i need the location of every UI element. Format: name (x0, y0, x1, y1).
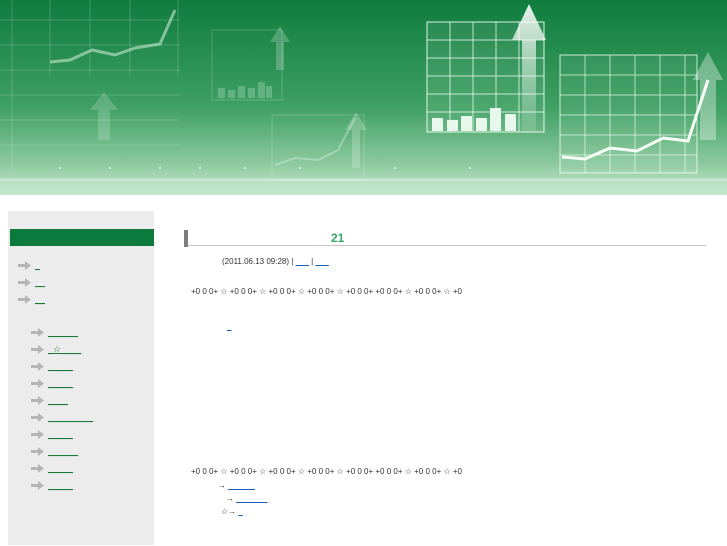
sidebar-top-link-label[interactable]: _ (35, 260, 40, 270)
related-item-1: → ______ (218, 481, 255, 490)
sidebar-sub-link-4[interactable]: _____ (31, 376, 73, 390)
sidebar-sub-link-3[interactable]: _____ (31, 359, 73, 373)
sidebar: _ __ __ ______ _☆____ _____ _____ ____ _… (8, 211, 154, 545)
arrow-right-icon (31, 446, 44, 456)
arrow-right-icon (31, 361, 44, 371)
title-marker (184, 230, 188, 247)
arrow-right-icon (31, 395, 44, 405)
post-meta: (2011.06.13 09:28) | ___ | ___ (222, 257, 329, 266)
meta-link-comments[interactable]: ___ (315, 257, 328, 266)
post-body-line: +0 0 0+ ☆ +0 0 0+ ☆ +0 0 0+ ☆ +0 0 0+ ☆ … (191, 287, 463, 296)
related-arrow: ☆→ (221, 507, 237, 516)
arrow-right-icon (31, 480, 44, 490)
sidebar-top-link-3[interactable]: __ (18, 292, 45, 306)
arrow-right-icon (31, 327, 44, 337)
arrow-right-icon (31, 412, 44, 422)
arrow-right-icon (31, 463, 44, 473)
sidebar-top-link-1[interactable]: _ (18, 258, 40, 272)
stock-chart-banner-image (0, 0, 727, 195)
sidebar-header-bar (10, 229, 154, 246)
post-body-line: +0 0 0+ ☆ +0 0 0+ ☆ +0 0 0+ ☆ +0 0 0+ ☆ … (191, 467, 463, 476)
meta-separator: | (311, 257, 314, 266)
arrow-right-icon (18, 260, 31, 270)
related-arrow: → (226, 494, 234, 503)
arrow-right-icon (31, 429, 44, 439)
sidebar-top-link-label[interactable]: __ (35, 294, 45, 304)
arrow-right-icon (31, 344, 44, 354)
sidebar-sub-link-label[interactable]: _____ (48, 429, 73, 439)
sidebar-sub-link-label[interactable]: ____ (48, 395, 68, 405)
sidebar-sub-link-7[interactable]: _____ (31, 427, 73, 441)
sidebar-sub-link-10[interactable]: _____ (31, 478, 73, 492)
sidebar-top-link-label[interactable]: __ (35, 277, 45, 287)
header-banner (0, 0, 727, 195)
post-title-row: 21 (184, 230, 706, 247)
sidebar-sub-link-label[interactable]: _☆____ (48, 344, 81, 355)
post-date: (2011.06.13 09:28) (222, 257, 290, 266)
sidebar-sub-link-9[interactable]: _____ (31, 461, 73, 475)
sidebar-sub-link-label[interactable]: _________ (48, 412, 93, 422)
arrow-right-icon (18, 277, 31, 287)
sidebar-sub-link-label[interactable]: ______ (48, 446, 78, 456)
sidebar-top-link-2[interactable]: __ (18, 275, 45, 289)
related-arrow: → (218, 481, 226, 490)
meta-link-category[interactable]: ___ (296, 257, 309, 266)
arrow-right-icon (18, 294, 31, 304)
post-content: 21 (2011.06.13 09:28) | ___ | ___ +0 0 0… (184, 226, 706, 546)
post-title: 21 (331, 231, 345, 245)
arrow-right-icon (31, 378, 44, 388)
related-item-3: ☆→ _ (221, 507, 243, 516)
sidebar-sub-link-label[interactable]: ______ (48, 327, 78, 337)
sidebar-sub-link-label[interactable]: _____ (48, 361, 73, 371)
sidebar-sub-link-label[interactable]: _____ (48, 480, 73, 490)
sidebar-sub-link-1[interactable]: ______ (31, 325, 78, 339)
related-link[interactable]: ______ (228, 481, 255, 490)
sidebar-sub-link-6[interactable]: _________ (31, 410, 93, 424)
sidebar-sub-link-label[interactable]: _____ (48, 463, 73, 473)
meta-separator: | (291, 257, 294, 266)
sidebar-sub-link-8[interactable]: ______ (31, 444, 78, 458)
sidebar-sub-link-label[interactable]: _____ (48, 378, 73, 388)
sidebar-sub-link-2[interactable]: _☆____ (31, 342, 81, 356)
related-link[interactable]: _ (238, 507, 242, 516)
related-item-2: → _______ (226, 494, 267, 503)
post-body-link[interactable]: _ (227, 322, 231, 331)
related-link[interactable]: _______ (236, 494, 267, 503)
sidebar-sub-link-5[interactable]: ____ (31, 393, 68, 407)
